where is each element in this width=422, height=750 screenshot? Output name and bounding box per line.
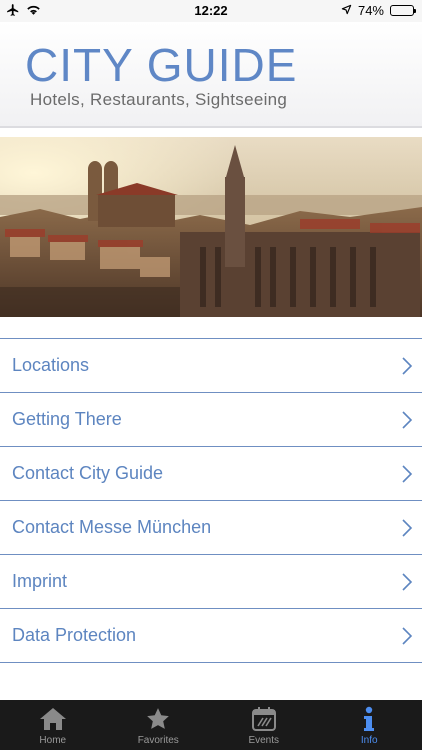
tab-events[interactable]: Events: [211, 700, 317, 750]
menu-item-contact-city-guide[interactable]: Contact City Guide: [0, 447, 422, 501]
menu-item-data-protection[interactable]: Data Protection: [0, 609, 422, 663]
chevron-right-icon: [402, 465, 413, 483]
menu-item-label: Imprint: [12, 571, 68, 591]
calendar-icon: [249, 705, 279, 733]
chevron-right-icon: [402, 627, 413, 645]
chevron-right-icon: [402, 411, 413, 429]
chevron-right-icon: [402, 573, 413, 591]
battery-icon: [390, 5, 416, 16]
chevron-right-icon: [402, 357, 413, 375]
location-arrow-icon: [341, 3, 352, 18]
menu-item-contact-messe[interactable]: Contact Messe München: [0, 501, 422, 555]
tab-favorites[interactable]: Favorites: [106, 700, 212, 750]
app-title: CITY GUIDE: [25, 39, 298, 91]
app-header: CITY GUIDE Hotels, Restaurants, Sightsee…: [0, 22, 422, 128]
city-skyline-image: [0, 137, 422, 317]
chevron-right-icon: [402, 519, 413, 537]
tab-home[interactable]: Home: [0, 700, 106, 750]
tab-bar: Home Favorites Events Info: [0, 700, 422, 750]
star-icon: [143, 705, 173, 733]
menu-item-imprint[interactable]: Imprint: [0, 555, 422, 609]
menu-item-label: Locations: [12, 355, 90, 375]
tab-label: Home: [39, 735, 67, 746]
menu-item-label: Getting There: [12, 409, 122, 429]
menu-item-label: Contact City Guide: [12, 463, 164, 483]
menu-item-label: Data Protection: [12, 625, 137, 645]
menu-item-label: Contact Messe München: [12, 517, 212, 537]
menu-item-getting-there[interactable]: Getting There: [0, 393, 422, 447]
tab-label: Favorites: [137, 735, 179, 746]
home-icon: [38, 705, 68, 733]
tab-info[interactable]: Info: [317, 700, 422, 750]
info-icon: [354, 705, 384, 733]
menu-item-locations[interactable]: Locations: [0, 339, 422, 393]
info-menu: Locations Getting There Contact City Gui…: [0, 338, 422, 663]
battery-percent: 74%: [357, 3, 384, 18]
status-bar: 12:22 74%: [0, 0, 422, 22]
app-subtitle: Hotels, Restaurants, Sightseeing: [30, 90, 288, 109]
tab-label: Events: [248, 735, 280, 746]
tab-label: Info: [360, 735, 378, 746]
